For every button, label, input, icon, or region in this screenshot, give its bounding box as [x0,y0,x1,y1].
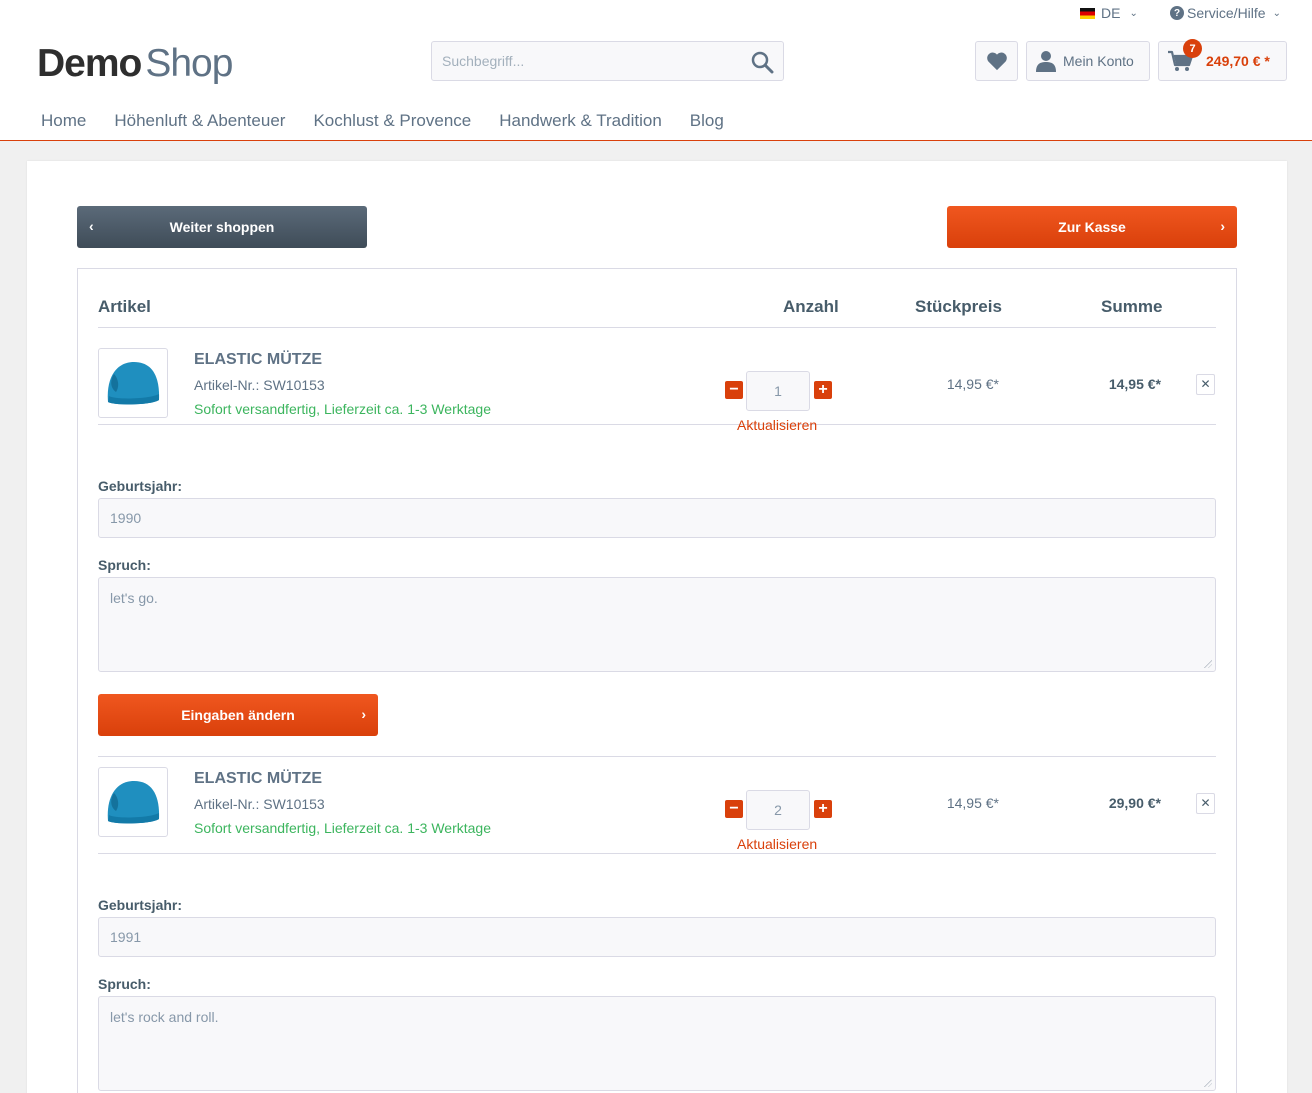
saying-label: Spruch: [98,557,151,573]
product-number: Artikel-Nr.: SW10153 [194,377,325,393]
remove-item-button[interactable]: ✕ [1196,793,1215,814]
resize-handle-icon[interactable] [1204,1079,1212,1087]
product-name[interactable]: ELASTIC MÜTZE [194,351,322,369]
user-icon [1036,51,1056,72]
main-navigation: Home Höhenluft & Abenteuer Kochlust & Pr… [27,108,738,134]
saying-textarea[interactable]: let's go. [98,577,1216,672]
logo-light-text: Shop [145,42,233,85]
saying-textarea[interactable]: let's rock and roll. [98,996,1216,1091]
header-article: Artikel [98,297,151,316]
search-box [431,41,784,81]
cart-item-row: ELASTIC MÜTZE Artikel-Nr.: SW10153 Sofor… [98,757,1216,854]
quantity-increase-button[interactable]: + [814,800,832,818]
quantity-input[interactable]: 1 [746,371,810,411]
change-inputs-label: Eingaben ändern [181,707,295,723]
birth-year-field[interactable]: 1991 [98,917,1216,957]
nav-item-handwerk[interactable]: Handwerk & Tradition [485,108,676,134]
unit-price: 14,95 €* [946,376,999,392]
cart-button[interactable]: 7 249,70 € * [1158,39,1287,81]
german-flag-icon [1080,7,1095,19]
product-image[interactable] [98,767,168,837]
saying-text: let's rock and roll. [110,1009,219,1025]
change-inputs-button[interactable]: Eingaben ändern › [98,694,378,736]
logo-bold-text: Demo [37,42,142,85]
product-name[interactable]: ELASTIC MÜTZE [194,770,322,788]
quantity-decrease-button[interactable]: − [725,381,743,399]
checkout-label: Zur Kasse [1058,219,1126,235]
header-unit-price: Stückpreis [915,297,1002,316]
product-number: Artikel-Nr.: SW10153 [194,796,325,812]
help-icon: ? [1170,6,1184,20]
account-label: Mein Konto [1063,53,1134,69]
beanie-image [107,362,160,405]
cart-table: Artikel Anzahl Stückpreis Summe ELASTIC … [77,268,1237,1093]
account-button[interactable]: Mein Konto [1026,41,1150,81]
chevron-down-icon: ⌄ [1272,7,1281,19]
search-input[interactable] [432,42,732,80]
header-quantity: Anzahl [783,297,839,316]
delivery-info: Sofort versandfertig, Lieferzeit ca. 1-3… [194,820,491,836]
chevron-left-icon: ‹ [89,218,94,234]
service-label: Service/Hilfe [1187,5,1266,21]
product-image[interactable] [98,348,168,418]
saying-label: Spruch: [98,976,151,992]
update-quantity-link[interactable]: Aktualisieren [737,836,817,852]
beanie-image [107,781,160,824]
nav-item-home[interactable]: Home [27,108,100,134]
service-menu[interactable]: ? Service/Hilfe ⌄ [1170,5,1281,21]
checkout-button[interactable]: Zur Kasse › [947,206,1237,248]
item-total: 14,95 €* [1108,376,1161,392]
chevron-right-icon: › [361,706,366,722]
chevron-right-icon: › [1220,218,1225,234]
heart-icon [986,52,1007,71]
cart-count-badge: 7 [1183,39,1202,58]
chevron-down-icon: ⌄ [1129,7,1138,19]
header-sum: Summe [1101,297,1163,316]
wishlist-button[interactable] [975,41,1018,81]
nav-item-hoehenluft[interactable]: Höhenluft & Abenteuer [100,108,299,134]
unit-price: 14,95 €* [946,795,999,811]
language-switcher[interactable]: DE ⌄ [1080,5,1138,21]
delivery-info: Sofort versandfertig, Lieferzeit ca. 1-3… [194,401,491,417]
cart-item-row: ELASTIC MÜTZE Artikel-Nr.: SW10153 Sofor… [98,328,1216,433]
quantity-decrease-button[interactable]: − [725,800,743,818]
continue-shopping-button[interactable]: ‹ Weiter shoppen [77,206,367,248]
search-icon[interactable] [750,50,774,74]
nav-item-kochlust[interactable]: Kochlust & Provence [299,108,485,134]
continue-shopping-label: Weiter shoppen [169,219,275,235]
nav-item-blog[interactable]: Blog [676,108,738,134]
resize-handle-icon[interactable] [1204,660,1212,668]
update-quantity-link[interactable]: Aktualisieren [737,417,817,433]
birth-year-label: Geburtsjahr: [98,897,183,913]
cart-amount: 249,70 € * [1206,53,1270,69]
saying-text: let's go. [110,590,158,606]
item-total: 29,90 €* [1108,795,1161,811]
cart-page: ‹ Weiter shoppen Zur Kasse › Artikel Anz… [27,161,1287,1093]
shop-logo[interactable]: Demo Shop [37,42,233,86]
quantity-increase-button[interactable]: + [814,381,832,399]
site-header: DE ⌄ ? Service/Hilfe ⌄ DemoShop Mein Kon… [0,0,1312,141]
birth-year-label: Geburtsjahr: [98,478,183,494]
birth-year-field[interactable]: 1990 [98,498,1216,538]
quantity-input[interactable]: 2 [746,790,810,830]
remove-item-button[interactable]: ✕ [1196,374,1215,395]
language-label: DE [1101,5,1121,21]
